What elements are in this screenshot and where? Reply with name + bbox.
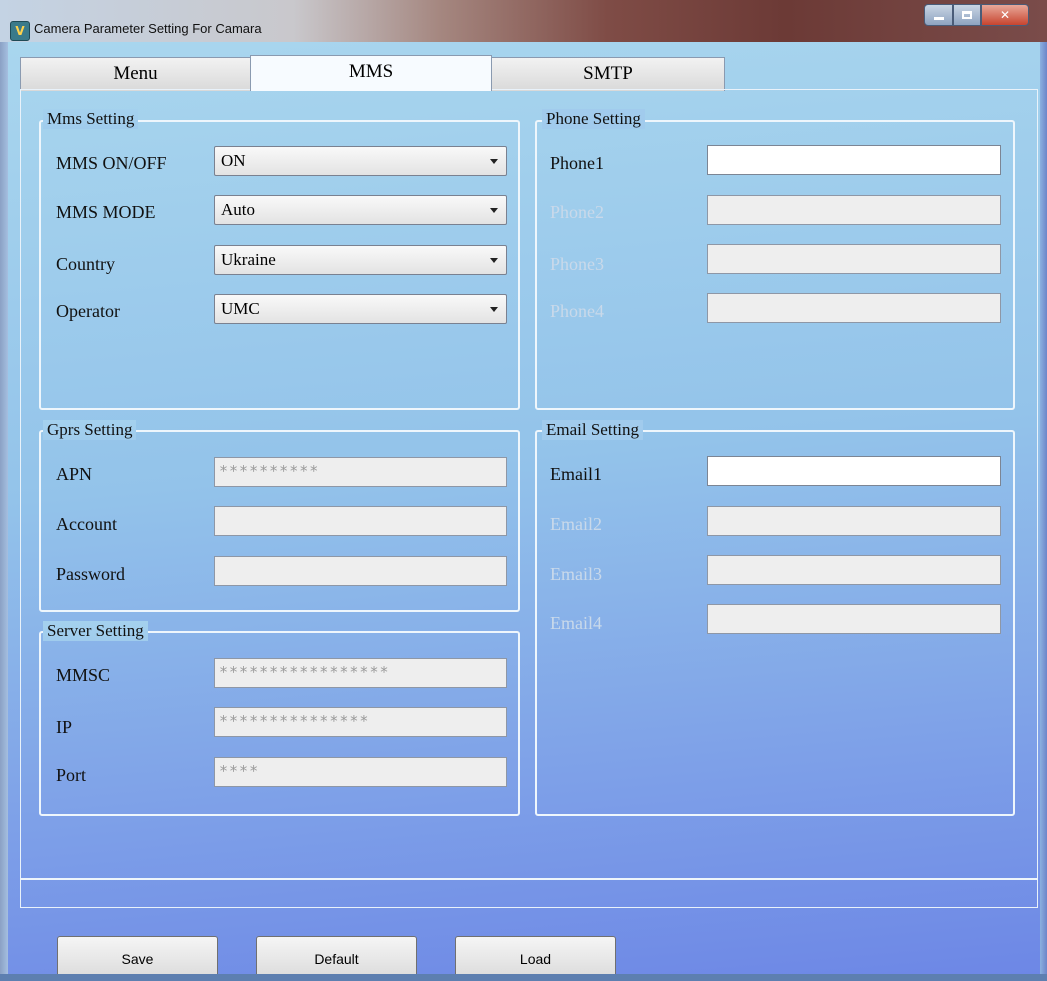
port-label: Port	[56, 765, 87, 785]
phone3-field[interactable]	[707, 244, 1001, 274]
country-label: Country	[56, 254, 116, 274]
account-label: Account	[56, 514, 117, 534]
account-field[interactable]	[214, 506, 507, 536]
minimize-icon	[933, 16, 944, 20]
mms-mode-select[interactable]: Auto	[214, 195, 507, 225]
email1-label: Email1	[550, 464, 602, 484]
tab-mms[interactable]: MMS	[250, 55, 492, 91]
operator-select[interactable]: UMC	[214, 294, 507, 324]
maximize-icon	[962, 11, 972, 19]
default-button[interactable]: Default	[256, 936, 417, 974]
phone2-field[interactable]	[707, 195, 1001, 225]
phone2-label: Phone2	[550, 202, 604, 222]
mms-onoff-value: ON	[221, 151, 246, 170]
chevron-down-icon	[490, 159, 498, 164]
country-select[interactable]: Ukraine	[214, 245, 507, 275]
chevron-down-icon	[490, 258, 498, 263]
email3-field[interactable]	[707, 555, 1001, 585]
email3-label: Email3	[550, 564, 602, 584]
email2-label: Email2	[550, 514, 602, 534]
mms-onoff-label: MMS ON/OFF	[56, 153, 167, 173]
mmsc-field[interactable]: *****************	[214, 658, 507, 688]
phone1-field[interactable]	[707, 145, 1001, 175]
email4-label: Email4	[550, 613, 602, 633]
chevron-down-icon	[490, 208, 498, 213]
apn-field[interactable]: **********	[214, 457, 507, 487]
password-field[interactable]	[214, 556, 507, 586]
mms-mode-value: Auto	[221, 200, 255, 219]
window-controls: ✕	[924, 4, 1029, 26]
tab-smtp[interactable]: SMTP	[491, 57, 725, 91]
mmsc-label: MMSC	[56, 665, 111, 685]
apn-label: APN	[56, 464, 93, 484]
email-setting-legend: Email Setting	[542, 420, 644, 440]
app-icon[interactable]: V	[10, 21, 30, 41]
minimize-button[interactable]	[924, 4, 953, 26]
save-button[interactable]: Save	[57, 936, 218, 974]
title-bar: V Camera Parameter Setting For Camara ✕	[0, 0, 1047, 42]
chevron-down-icon	[490, 307, 498, 312]
mms-mode-label: MMS MODE	[56, 202, 156, 222]
window-title: Camera Parameter Setting For Camara	[34, 21, 262, 36]
maximize-button[interactable]	[953, 4, 981, 26]
mms-onoff-select[interactable]: ON	[214, 146, 507, 176]
phone1-label: Phone1	[550, 153, 604, 173]
close-button[interactable]: ✕	[981, 4, 1029, 26]
mms-setting-legend: Mms Setting	[43, 109, 139, 129]
server-setting-legend: Server Setting	[43, 621, 148, 641]
email1-field[interactable]	[707, 456, 1001, 486]
country-value: Ukraine	[221, 250, 276, 269]
operator-value: UMC	[221, 299, 260, 318]
window-left-edge	[0, 42, 8, 974]
operator-label: Operator	[56, 301, 120, 321]
email4-field[interactable]	[707, 604, 1001, 634]
gprs-setting-legend: Gprs Setting	[43, 420, 137, 440]
email2-field[interactable]	[707, 506, 1001, 536]
window-right-edge	[1040, 42, 1047, 974]
phone4-field[interactable]	[707, 293, 1001, 323]
close-icon: ✕	[999, 8, 1011, 22]
phone4-label: Phone4	[550, 301, 604, 321]
phone3-label: Phone3	[550, 254, 604, 274]
port-field[interactable]: ****	[214, 757, 507, 787]
tab-menu[interactable]: Menu	[20, 57, 251, 91]
password-label: Password	[56, 564, 126, 584]
ip-field[interactable]: ***************	[214, 707, 507, 737]
load-button[interactable]: Load	[455, 936, 616, 974]
status-strip	[20, 880, 1038, 908]
ip-label: IP	[56, 717, 73, 737]
phone-setting-legend: Phone Setting	[542, 109, 645, 129]
